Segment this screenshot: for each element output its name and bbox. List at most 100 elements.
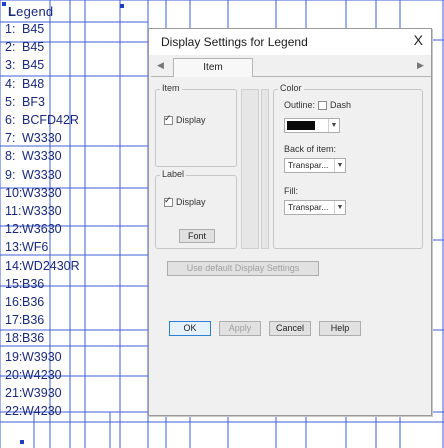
legend-item-label: BF3 — [22, 94, 45, 109]
ok-button[interactable]: OK — [169, 321, 211, 336]
color-group-label: Color — [278, 83, 304, 93]
legend-item: 2: B45 — [5, 40, 44, 54]
item-display-label: Display — [176, 115, 206, 125]
legend-item: 6: BCFD42R — [5, 113, 79, 127]
label-group-label: Label — [160, 169, 187, 179]
legend-item-label: W4230 — [22, 367, 62, 382]
use-default-settings-button[interactable]: Use default Display Settings — [167, 261, 319, 276]
legend-item-label: WD2430R — [22, 258, 80, 273]
legend-item: 8: W3330 — [5, 149, 62, 163]
selection-grip[interactable] — [120, 4, 124, 8]
legend-item-label: B36 — [22, 276, 45, 291]
legend-item-number: 4: — [5, 76, 16, 91]
apply-button[interactable]: Apply — [219, 321, 261, 336]
legend-item: 12:W3630 — [5, 222, 62, 236]
legend-item-label: B36 — [22, 313, 45, 328]
outline-color-select[interactable]: ▼ — [284, 118, 340, 133]
legend-item: 15:B36 — [5, 277, 44, 291]
back-of-item-label: Back of item: — [284, 144, 337, 154]
legend-item: 10:W3330 — [5, 186, 62, 200]
fill-select[interactable]: Transpar... ▼ — [284, 200, 346, 215]
legend-item-number: 17: — [5, 313, 23, 328]
close-icon[interactable]: X — [414, 32, 423, 48]
legend-item-label: B45 — [22, 40, 45, 55]
legend-item-label: W3330 — [22, 149, 62, 164]
font-button[interactable]: Font — [179, 229, 215, 243]
legend-item-label: W3630 — [22, 222, 62, 237]
legend-item: 17:B36 — [5, 313, 44, 327]
legend-item-number: 18: — [5, 331, 23, 346]
legend-item-label: W3930 — [22, 386, 62, 400]
legend-item-number: 21: — [5, 386, 23, 400]
sample-frame-inner — [261, 89, 269, 249]
cancel-button[interactable]: Cancel — [269, 321, 311, 336]
legend-item: 1: B45 — [5, 22, 44, 36]
legend-item-label: W3330 — [22, 167, 62, 182]
back-of-item-value: Transpar... — [288, 160, 329, 170]
help-button[interactable]: Help — [319, 321, 361, 336]
legend-item: 11:W3330 — [5, 204, 62, 218]
chevron-down-icon: ▼ — [334, 159, 345, 172]
legend-item-label: W3930 — [22, 349, 62, 364]
legend-item-number: 5: — [5, 94, 16, 109]
legend-item-label: W4230 — [22, 404, 62, 419]
outline-color-swatch — [287, 121, 315, 130]
legend-title: Legend — [8, 4, 54, 19]
tab-item[interactable]: Item — [173, 58, 253, 77]
fill-value: Transpar... — [288, 202, 329, 212]
legend-item: 13:WF6 — [5, 240, 48, 254]
dialog-titlebar[interactable]: Display Settings for Legend X — [149, 29, 431, 55]
color-group: Color Outline: Dash ▼ Back of item: Tran… — [273, 83, 423, 249]
legend-item-label: W3330 — [22, 185, 62, 200]
legend-item-number: 10: — [5, 185, 23, 200]
legend-item-number: 8: — [5, 149, 16, 164]
tab-next-icon[interactable]: ▶ — [417, 60, 424, 71]
legend-item-number: 15: — [5, 276, 23, 291]
tab-strip: ◀ Item ▶ — [151, 57, 431, 77]
legend-item-number: 20: — [5, 367, 23, 382]
label-display-label: Display — [176, 197, 206, 207]
back-of-item-select[interactable]: Transpar... ▼ — [284, 158, 346, 173]
legend-item-number: 1: — [5, 22, 16, 36]
legend-item: 18:B36 — [5, 331, 44, 345]
legend-item-number: 2: — [5, 40, 16, 55]
legend-item-number: 3: — [5, 58, 16, 73]
dash-label: Dash — [330, 100, 352, 110]
item-display-checkbox[interactable] — [164, 113, 173, 125]
legend-item-label: W3330 — [22, 131, 62, 146]
legend-item-label: WF6 — [22, 240, 49, 255]
outline-label: Outline: — [284, 100, 316, 110]
legend-item-label: B36 — [22, 331, 45, 346]
legend-item-label: B45 — [22, 22, 45, 36]
legend-item: 9: W3330 — [5, 168, 62, 182]
legend-item-number: 14: — [5, 258, 23, 273]
item-group-label: Item — [160, 83, 182, 93]
dash-checkbox[interactable] — [318, 101, 327, 110]
item-group: Item Display — [155, 83, 237, 167]
sample-frame — [241, 89, 259, 249]
legend-item: 20:W4230 — [5, 368, 62, 382]
legend-item-label: BCFD42R — [22, 113, 79, 127]
legend-item: 21:W3930 — [5, 386, 62, 400]
selection-grip[interactable] — [20, 440, 24, 444]
legend-item-number: 22: — [5, 404, 23, 419]
legend-item: 7: W3330 — [5, 131, 62, 145]
legend-item-number: 9: — [5, 167, 16, 182]
legend-item-number: 12: — [5, 222, 23, 237]
legend-item: 5: BF3 — [5, 95, 45, 109]
chevron-down-icon: ▼ — [328, 119, 339, 132]
legend-item: 19:W3930 — [5, 350, 62, 364]
legend-item-label: B45 — [22, 58, 45, 73]
legend-item-label: B48 — [22, 76, 45, 91]
legend-item-label: W3330 — [22, 204, 62, 218]
legend-item-number: 16: — [5, 295, 23, 309]
legend-item: 14:WD2430R — [5, 259, 80, 273]
legend-item-number: 11: — [5, 204, 22, 218]
selection-grip[interactable] — [2, 2, 6, 6]
display-settings-dialog: Display Settings for Legend X ◀ Item ▶ I… — [148, 28, 432, 416]
label-display-checkbox[interactable] — [164, 195, 173, 207]
legend-item: 22:W4230 — [5, 404, 62, 418]
tab-prev-icon[interactable]: ◀ — [157, 60, 164, 71]
chevron-down-icon: ▼ — [334, 201, 345, 214]
legend-item: 16:B36 — [5, 295, 44, 309]
